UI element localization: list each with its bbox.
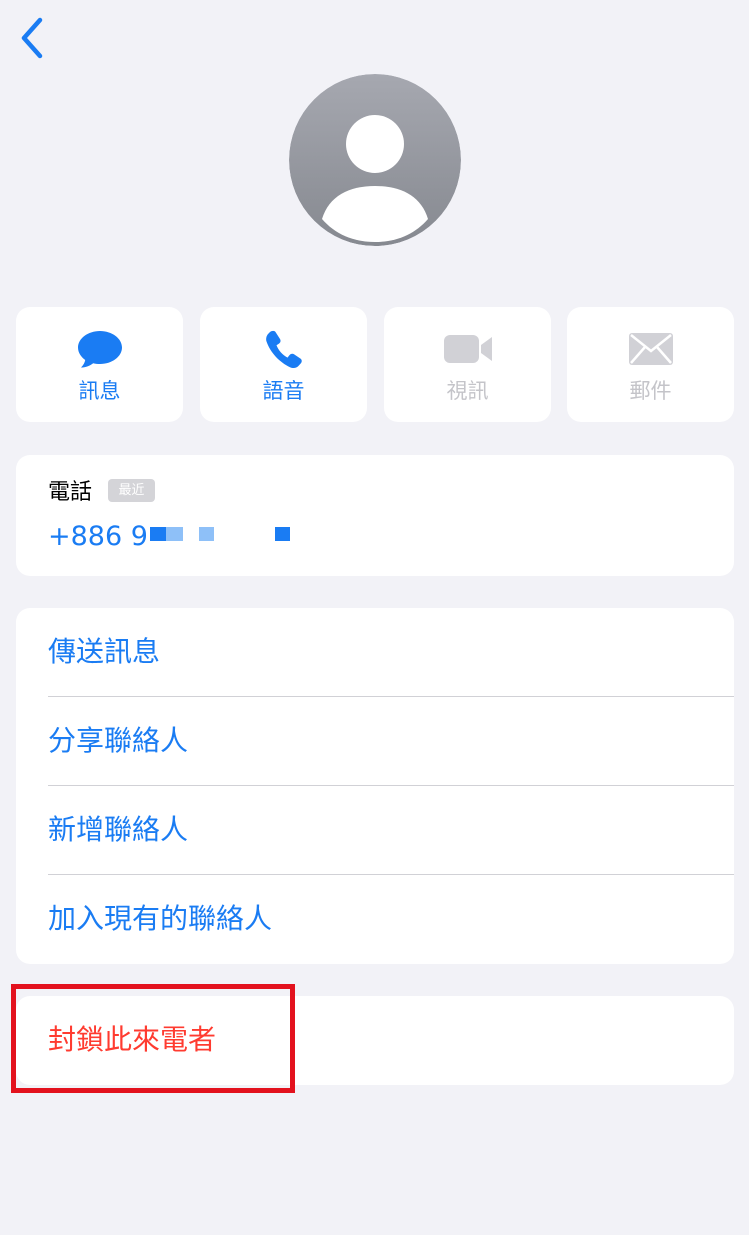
video-call-action-button[interactable]: 視訊 — [384, 307, 551, 422]
create-contact-option[interactable]: 新增聯絡人 — [16, 786, 734, 875]
person-silhouette-icon — [289, 74, 461, 246]
contact-options-list: 傳送訊息 分享聯絡人 新增聯絡人 加入現有的聯絡人 — [16, 608, 734, 964]
message-bubble-icon — [77, 331, 122, 368]
create-contact-label: 新增聯絡人 — [48, 813, 189, 846]
redacted-digits — [199, 527, 214, 541]
send-message-label: 傳送訊息 — [48, 635, 161, 668]
contact-actions: 訊息 語音 視訊 郵件 — [16, 307, 734, 422]
video-camera-icon — [443, 335, 492, 363]
avatar — [289, 74, 461, 246]
redacted-digits — [166, 527, 183, 541]
phone-label: 電話 — [48, 480, 93, 505]
phone-card: 電話 最近 +886 9 — [16, 455, 734, 576]
mail-action-button[interactable]: 郵件 — [567, 307, 734, 422]
share-contact-label: 分享聯絡人 — [48, 724, 189, 757]
phone-number[interactable]: +886 9 — [48, 519, 148, 555]
back-button[interactable] — [12, 14, 52, 62]
block-caller-label: 封鎖此來電者 — [48, 1023, 217, 1056]
voice-call-action-button[interactable]: 語音 — [200, 307, 367, 422]
redacted-digits — [150, 527, 166, 541]
add-to-existing-contact-label: 加入現有的聯絡人 — [48, 902, 273, 935]
add-to-existing-contact-option[interactable]: 加入現有的聯絡人 — [16, 875, 734, 964]
redacted-digits — [275, 527, 290, 541]
chevron-left-icon — [21, 17, 43, 59]
message-action-button[interactable]: 訊息 — [16, 307, 183, 422]
phone-number-text: +886 9 — [48, 521, 148, 552]
mail-action-label: 郵件 — [629, 379, 672, 403]
block-caller-button[interactable]: 封鎖此來電者 — [16, 996, 734, 1085]
phone-icon — [265, 330, 302, 369]
share-contact-option[interactable]: 分享聯絡人 — [16, 697, 734, 786]
message-action-label: 訊息 — [78, 379, 121, 403]
recent-badge: 最近 — [108, 479, 155, 502]
voice-call-action-label: 語音 — [262, 379, 305, 403]
envelope-icon — [628, 333, 673, 365]
send-message-option[interactable]: 傳送訊息 — [16, 608, 734, 697]
video-call-action-label: 視訊 — [446, 379, 489, 403]
